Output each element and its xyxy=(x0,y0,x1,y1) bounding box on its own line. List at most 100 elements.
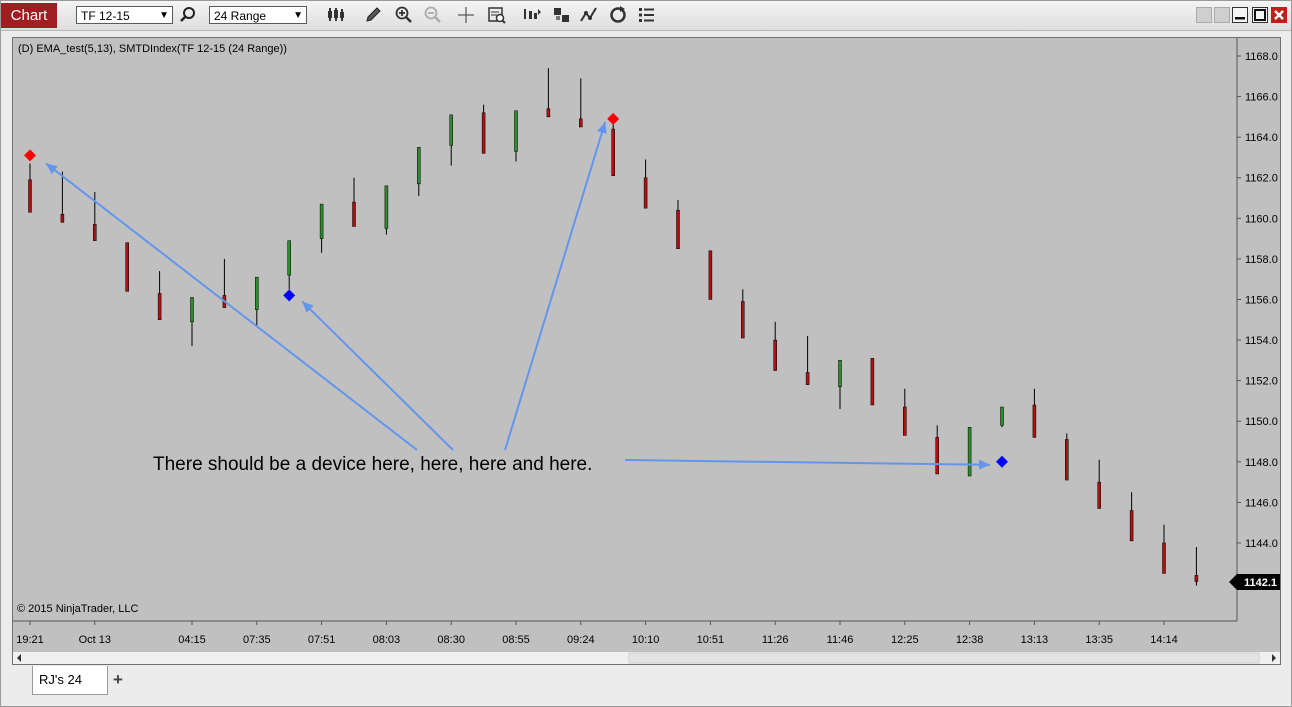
candle-body xyxy=(1194,575,1199,582)
candle-body xyxy=(60,214,65,223)
candle-body xyxy=(1162,542,1166,574)
minimize-icon[interactable] xyxy=(1232,7,1248,23)
add-tab-icon[interactable]: + xyxy=(108,669,128,691)
arrowhead xyxy=(46,163,58,175)
buy-signal-diamond xyxy=(283,289,296,302)
candle-body xyxy=(643,177,648,209)
candle-body xyxy=(449,114,453,146)
price-tick-label: 1150.0 xyxy=(1245,416,1278,428)
price-tick-label: 1168.0 xyxy=(1245,51,1278,63)
last-price-label: 1142.1 xyxy=(1244,577,1277,589)
instrument-value: TF 12-15 xyxy=(81,9,130,23)
crosshair-icon[interactable] xyxy=(456,5,476,25)
interval-value: 24 Range xyxy=(214,9,267,23)
time-tick-label: 04:15 xyxy=(178,634,206,646)
candle-body xyxy=(1065,439,1069,481)
annotation-arrows xyxy=(45,121,991,470)
candle-body xyxy=(611,128,615,176)
zoom-out-icon[interactable] xyxy=(423,5,443,25)
bar-type-icon[interactable] xyxy=(326,5,346,25)
annotation-text: There should be a device here, here, her… xyxy=(153,454,592,475)
chart-header-label: (D) EMA_test(5,13), SMTDIndex(TF 12-15 (… xyxy=(18,43,287,55)
time-tick-label: 19:21 xyxy=(16,634,44,646)
sell-signal-diamond xyxy=(24,149,36,162)
candle-body xyxy=(287,240,291,276)
annotation-arrow xyxy=(624,459,991,466)
candle-body xyxy=(1032,404,1037,438)
search-icon[interactable] xyxy=(178,5,198,25)
time-tick-label: 10:10 xyxy=(632,634,660,646)
candle-body xyxy=(773,339,777,371)
horizontal-scrollbar[interactable] xyxy=(13,652,1280,664)
price-tick-label: 1166.0 xyxy=(1245,92,1278,104)
price-tick-label: 1148.0 xyxy=(1245,457,1278,469)
candle-body xyxy=(481,112,486,154)
tab-rjs-24[interactable]: RJ's 24 xyxy=(32,666,108,695)
restore-small-icon[interactable] xyxy=(1214,7,1230,23)
arrowhead xyxy=(597,121,607,134)
zoom-in-icon[interactable] xyxy=(394,5,414,25)
price-chart[interactable]: 1168.0 1166.0 1164.0 1162.0 1160.0 1158.0 1156… xyxy=(13,38,1280,664)
candle-body xyxy=(319,203,324,239)
time-tick-label: Oct 13 xyxy=(79,634,111,646)
candle-body xyxy=(1000,406,1004,426)
time-tick-label: 14:14 xyxy=(1150,634,1178,646)
annotation-arrow xyxy=(45,162,418,451)
candle-body xyxy=(125,242,129,292)
time-tick-label: 08:30 xyxy=(437,634,465,646)
candle-body xyxy=(805,372,810,385)
price-tick-label: 1160.0 xyxy=(1245,213,1278,225)
candle-body xyxy=(546,108,551,118)
candle-body xyxy=(352,201,356,227)
candle-body xyxy=(28,179,32,213)
candle-body xyxy=(579,118,583,128)
close-icon[interactable] xyxy=(1271,7,1287,23)
price-tick-label: 1158.0 xyxy=(1245,254,1278,266)
instrument-selector[interactable]: TF 12-15 ▼ xyxy=(76,6,173,24)
interval-selector[interactable]: 24 Range ▼ xyxy=(209,6,307,24)
candle-body xyxy=(870,358,875,406)
arrowhead xyxy=(978,459,990,470)
candle-body xyxy=(838,360,842,387)
strategies-icon[interactable] xyxy=(552,5,572,25)
chart-toolbar: Chart TF 12-15 ▼ 24 Range ▼ xyxy=(1,1,1291,31)
tab-label: RJ's 24 xyxy=(39,672,82,687)
candle-body xyxy=(967,427,972,477)
price-tick-label: 1154.0 xyxy=(1245,335,1278,347)
data-box-icon[interactable] xyxy=(487,5,507,25)
plot-executions-icon[interactable] xyxy=(522,5,542,25)
candle-body xyxy=(417,147,421,185)
price-tick-label: 1156.0 xyxy=(1245,294,1278,306)
candle-body xyxy=(93,224,97,241)
reload-icon[interactable] xyxy=(608,5,628,25)
time-tick-label: 12:38 xyxy=(956,634,984,646)
price-tick-label: 1164.0 xyxy=(1245,132,1278,144)
annotation-arrow xyxy=(301,300,454,451)
time-tick-label: 07:51 xyxy=(308,634,336,646)
price-tick-labels: 1168.0 1166.0 1164.0 1162.0 1160.0 1158.0 1156… xyxy=(1237,51,1278,550)
maximize-icon[interactable] xyxy=(1252,7,1268,23)
indicators-icon[interactable] xyxy=(579,5,599,25)
tile-icon[interactable] xyxy=(1196,7,1212,23)
time-tick-label: 08:55 xyxy=(502,634,530,646)
properties-icon[interactable] xyxy=(637,5,657,25)
candle-body xyxy=(935,437,939,475)
candle-body xyxy=(157,293,162,321)
price-tick-label: 1144.0 xyxy=(1245,538,1278,550)
time-tick-label: 13:13 xyxy=(1021,634,1049,646)
candle-body xyxy=(741,301,745,339)
candle-body xyxy=(190,297,194,323)
time-tick-label: 11:26 xyxy=(762,634,789,646)
sell-signal-diamond xyxy=(607,112,620,125)
price-tick-label: 1146.0 xyxy=(1245,497,1278,509)
candle-body xyxy=(1129,510,1134,542)
candle-body xyxy=(676,209,680,250)
pencil-icon[interactable] xyxy=(363,5,383,25)
scroll-thumb[interactable] xyxy=(628,652,1260,664)
time-tick-label: 11:46 xyxy=(827,634,854,646)
candle-body xyxy=(903,406,907,436)
chart-title-tab[interactable]: Chart xyxy=(1,3,57,28)
annotation-arrow xyxy=(504,121,607,451)
time-tick-label: 10:51 xyxy=(697,634,725,646)
chart-panel[interactable]: 1168.0 1166.0 1164.0 1162.0 1160.0 1158.0 1156… xyxy=(12,37,1281,665)
